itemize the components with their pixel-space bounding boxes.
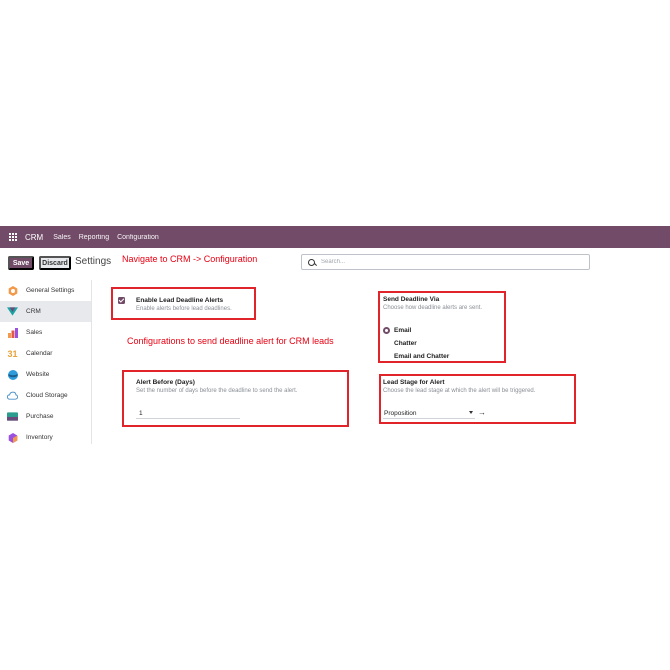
send-via-setting: Send Deadline Via Choose how deadline al…: [383, 296, 482, 311]
nav-menu-configuration[interactable]: Configuration: [117, 234, 159, 241]
lead-stage-setting: Lead Stage for Alert Choose the lead sta…: [383, 379, 535, 394]
search-box: [301, 254, 590, 270]
settings-sidebar: General Settings CRM Sales 31 Calendar W…: [0, 280, 92, 444]
nav-menu-reporting[interactable]: Reporting: [79, 234, 109, 241]
sidebar-item-inventory[interactable]: Inventory: [0, 427, 91, 448]
search-input[interactable]: [321, 259, 581, 265]
sidebar-item-label: CRM: [26, 308, 41, 315]
calendar-icon-text: 31: [7, 348, 18, 359]
lead-stage-select[interactable]: Proposition: [383, 408, 475, 419]
arrow-right-icon[interactable]: →: [478, 408, 486, 417]
calendar-icon: 31: [7, 348, 18, 359]
radio-label-email: Email: [394, 327, 412, 334]
alert-before-title: Alert Before (Days): [136, 379, 195, 386]
lead-stage-value: Proposition: [384, 409, 417, 417]
send-via-option-email[interactable]: Email: [383, 327, 411, 334]
lead-stage-description: Choose the lead stage at which the alert…: [383, 388, 536, 394]
sidebar-item-purchase[interactable]: Purchase: [0, 406, 91, 427]
chevron-down-icon[interactable]: [469, 411, 473, 414]
sidebar-item-cloud-storage[interactable]: Cloud Storage: [0, 385, 91, 406]
search-icon: [308, 258, 315, 266]
send-via-title: Send Deadline Via: [383, 296, 440, 303]
nav-menu-sales[interactable]: Sales: [53, 234, 71, 241]
lead-alerts-checkbox[interactable]: [118, 297, 125, 304]
apps-grid-icon[interactable]: [9, 232, 19, 242]
sidebar-item-label: Purchase: [26, 413, 54, 420]
sidebar-item-crm[interactable]: CRM: [0, 301, 91, 322]
send-via-description: Choose how deadline alerts are sent.: [383, 305, 483, 311]
lead-alerts-title: Enable Lead Deadline Alerts: [136, 297, 224, 304]
lead-alerts-setting: Enable Lead Deadline Alerts Enable alert…: [136, 297, 232, 312]
radio-email[interactable]: [383, 327, 390, 334]
radio-label-chatter: Chatter: [394, 340, 417, 347]
radio-email-and-chatter[interactable]: [383, 353, 390, 360]
lead-stage-title: Lead Stage for Alert: [383, 379, 445, 386]
radio-chatter[interactable]: [383, 340, 390, 347]
send-via-option-email-and-chatter[interactable]: Email and Chatter: [383, 353, 449, 360]
sidebar-item-label: General Settings: [26, 287, 75, 294]
annotation-configurations: Configurations to send deadline alert fo…: [127, 336, 334, 346]
discard-button[interactable]: Discard: [39, 256, 71, 270]
crm-icon: [7, 306, 18, 317]
breadcrumb: Settings: [75, 256, 112, 267]
screenshot: CRM Sales Reporting Configuration Save D…: [0, 0, 670, 670]
sales-icon: [7, 327, 18, 338]
website-icon: [7, 369, 18, 380]
sidebar-item-label: Website: [26, 371, 50, 378]
send-via-option-chatter[interactable]: Chatter: [383, 340, 417, 347]
sidebar-item-general-settings[interactable]: General Settings: [0, 280, 91, 301]
sidebar-item-label: Calendar: [26, 350, 53, 357]
cloud-icon: [7, 390, 18, 401]
sidebar-item-label: Sales: [26, 329, 43, 336]
sidebar-item-website[interactable]: Website: [0, 364, 91, 385]
alert-before-setting: Alert Before (Days) Set the number of da…: [136, 379, 297, 394]
top-navbar: CRM Sales Reporting Configuration: [0, 226, 670, 248]
alert-before-input[interactable]: 1: [136, 408, 240, 419]
sidebar-item-label: Inventory: [26, 434, 53, 441]
alert-before-value: 1: [139, 409, 143, 417]
radio-label-email-and-chatter: Email and Chatter: [394, 353, 450, 360]
alert-before-description: Set the number of days before the deadli…: [136, 388, 298, 394]
sidebar-item-calendar[interactable]: 31 Calendar: [0, 343, 91, 364]
lead-alerts-description: Enable alerts before lead deadlines.: [136, 306, 232, 312]
inventory-icon: [7, 432, 18, 443]
general-settings-icon: [7, 285, 18, 296]
nav-brand[interactable]: CRM: [25, 233, 43, 242]
annotation-navigate: Navigate to CRM -> Configuration: [122, 254, 258, 264]
purchase-icon: [7, 411, 18, 422]
sidebar-item-label: Cloud Storage: [26, 392, 68, 399]
sidebar-item-sales[interactable]: Sales: [0, 322, 91, 343]
save-button[interactable]: Save: [8, 256, 34, 270]
